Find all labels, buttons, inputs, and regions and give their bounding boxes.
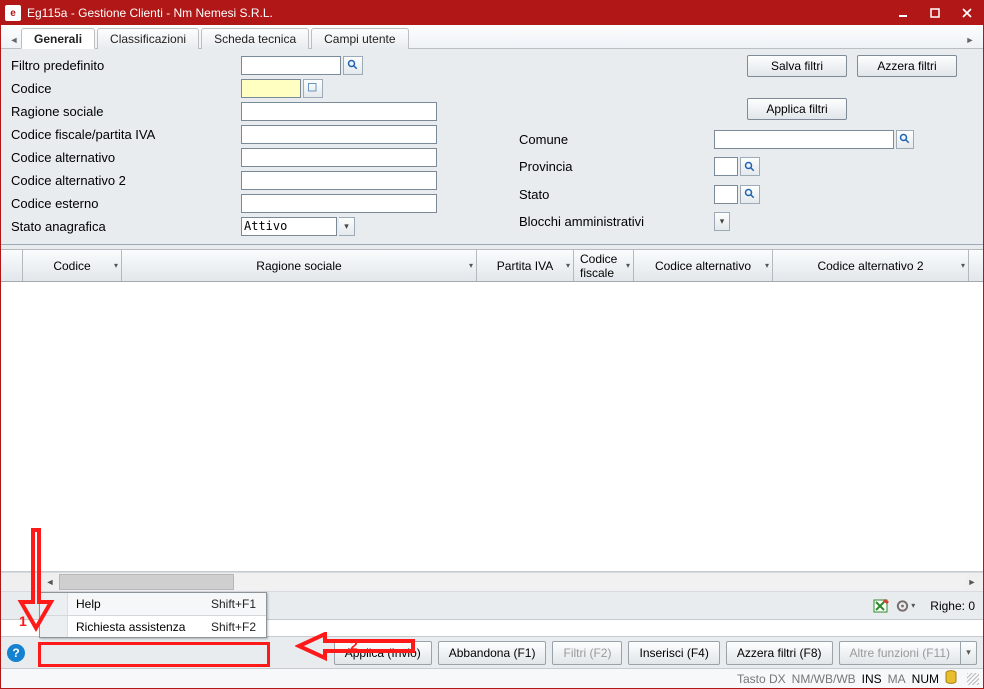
- title-bar: e Eg115a - Gestione Clienti - Nm Nemesi …: [1, 1, 983, 25]
- tab-label: Scheda tecnica: [214, 32, 296, 46]
- provincia-lookup[interactable]: [740, 157, 760, 176]
- stato-lookup[interactable]: [740, 185, 760, 204]
- abbandona-button[interactable]: Abbandona (F1): [438, 641, 547, 665]
- blocchi-dropdown[interactable]: ▾: [714, 212, 730, 231]
- label-stato-anagrafica: Stato anagrafica: [11, 216, 241, 236]
- app-icon: e: [5, 5, 21, 21]
- codice-alternativo-2-input[interactable]: [241, 171, 437, 190]
- righe-count: Righe: 0: [930, 599, 975, 613]
- label-codice: Codice: [11, 78, 241, 98]
- status-ma: MA: [888, 672, 906, 686]
- tab-campi-utente[interactable]: Campi utente: [311, 28, 408, 49]
- close-button[interactable]: [951, 1, 983, 25]
- inserisci-button[interactable]: Inserisci (F4): [628, 641, 719, 665]
- grid-header: Codice▾ Ragione sociale▾ Partita IVA▾ Co…: [1, 249, 983, 282]
- tab-label: Generali: [34, 32, 82, 46]
- command-bar: ? Help Shift+F1 Richiesta assistenza Shi…: [1, 636, 983, 668]
- altre-funzioni-dropdown[interactable]: ▾: [961, 641, 977, 665]
- azzera-filtri-button[interactable]: Azzera filtri: [857, 55, 957, 77]
- provincia-input[interactable]: [714, 157, 738, 176]
- label-filtro-predefinito: Filtro predefinito: [11, 55, 241, 75]
- svg-text:1: 1: [19, 613, 27, 629]
- minimize-button[interactable]: [887, 1, 919, 25]
- tab-classificazioni[interactable]: Classificazioni: [97, 28, 199, 49]
- filtro-predefinito-input[interactable]: [241, 56, 341, 75]
- maximize-button[interactable]: [919, 1, 951, 25]
- filter-form: Filtro predefinito Codice Ragione social…: [1, 49, 983, 245]
- tabs-scroll-left[interactable]: ◄: [7, 31, 21, 48]
- status-num: NUM: [912, 672, 939, 686]
- help-flyout: Help Shift+F1 Richiesta assistenza Shift…: [39, 592, 267, 638]
- applica-filtri-button[interactable]: Applica filtri: [747, 98, 847, 120]
- status-tasto: Tasto DX: [737, 672, 786, 686]
- grid-col-codice[interactable]: Codice▾: [23, 250, 122, 281]
- grid-hscroll[interactable]: ◄ ►: [1, 572, 983, 592]
- button-label: Azzera filtri: [877, 59, 936, 73]
- results-grid: Codice▾ Ragione sociale▾ Partita IVA▾ Co…: [1, 245, 983, 592]
- annotation-arrow-1: 1: [15, 528, 55, 636]
- altre-funzioni-button[interactable]: Altre funzioni (F11): [839, 641, 961, 665]
- status-nm: NM/WB/WB: [792, 672, 856, 686]
- label-codice-alternativo-2: Codice alternativo 2: [11, 170, 241, 190]
- grid-col-codice-fiscale[interactable]: Codice fiscale▾: [574, 250, 634, 281]
- grid-col-ragione-sociale[interactable]: Ragione sociale▾: [122, 250, 477, 281]
- codice-lookup[interactable]: [303, 79, 323, 98]
- ragione-sociale-input[interactable]: [241, 102, 437, 121]
- label-blocchi: Blocchi amministrativi: [519, 212, 714, 232]
- label-stato: Stato: [519, 184, 714, 204]
- tab-generali[interactable]: Generali: [21, 28, 95, 49]
- flyout-item-richiesta-assistenza[interactable]: Richiesta assistenza Shift+F2: [40, 615, 266, 637]
- stato-input[interactable]: [714, 185, 738, 204]
- grid-col-selector[interactable]: [1, 250, 23, 281]
- salva-filtri-button[interactable]: Salva filtri: [747, 55, 847, 77]
- grid-col-codice-alternativo-2[interactable]: Codice alternativo 2▾: [773, 250, 969, 281]
- help-icon[interactable]: ?: [7, 644, 25, 662]
- label-ragione-sociale: Ragione sociale: [11, 101, 241, 121]
- codice-alternativo-input[interactable]: [241, 148, 437, 167]
- comune-input[interactable]: [714, 130, 894, 149]
- resize-grip[interactable]: [967, 673, 979, 685]
- status-ins: INS: [862, 672, 882, 686]
- button-label: Salva filtri: [771, 59, 823, 73]
- export-excel-icon[interactable]: [870, 596, 892, 616]
- button-label: Applica filtri: [766, 102, 827, 116]
- label-codice-esterno: Codice esterno: [11, 193, 241, 213]
- label-provincia: Provincia: [519, 157, 714, 177]
- status-bar: Tasto DX NM/WB/WB INS MA NUM: [1, 668, 983, 688]
- label-codice-fiscale: Codice fiscale/partita IVA: [11, 124, 241, 144]
- flyout-item-help[interactable]: Help Shift+F1: [40, 593, 266, 615]
- scroll-thumb[interactable]: [59, 574, 234, 590]
- settings-gear-icon[interactable]: ▾: [894, 596, 916, 616]
- status-db-icon: [945, 670, 957, 687]
- label-codice-alternativo: Codice alternativo: [11, 147, 241, 167]
- grid-body[interactable]: [1, 282, 983, 572]
- filtro-predefinito-lookup[interactable]: [343, 56, 363, 75]
- grid-col-partita-iva[interactable]: Partita IVA▾: [477, 250, 574, 281]
- tab-strip: ◄ Generali Classificazioni Scheda tecnic…: [1, 25, 983, 49]
- codice-input[interactable]: [241, 79, 301, 98]
- annotation-arrow-2: 2: [295, 632, 415, 662]
- window-title: Eg115a - Gestione Clienti - Nm Nemesi S.…: [27, 6, 887, 20]
- comune-lookup[interactable]: [896, 130, 914, 149]
- azzera-filtri-cmd-button[interactable]: Azzera filtri (F8): [726, 641, 833, 665]
- filtri-button[interactable]: Filtri (F2): [552, 641, 622, 665]
- scroll-right-arrow[interactable]: ►: [963, 574, 981, 590]
- codice-esterno-input[interactable]: [241, 194, 437, 213]
- tab-label: Classificazioni: [110, 32, 186, 46]
- label-comune: Comune: [519, 129, 714, 149]
- tab-scheda-tecnica[interactable]: Scheda tecnica: [201, 28, 309, 49]
- stato-anagrafica-dropdown[interactable]: ▾: [339, 217, 355, 236]
- grid-col-codice-alternativo[interactable]: Codice alternativo▾: [634, 250, 773, 281]
- tabs-scroll-right[interactable]: ►: [963, 31, 977, 48]
- tab-label: Campi utente: [324, 32, 395, 46]
- codice-fiscale-input[interactable]: [241, 125, 437, 144]
- svg-text:2: 2: [350, 637, 358, 653]
- stato-anagrafica-select[interactable]: [241, 217, 337, 236]
